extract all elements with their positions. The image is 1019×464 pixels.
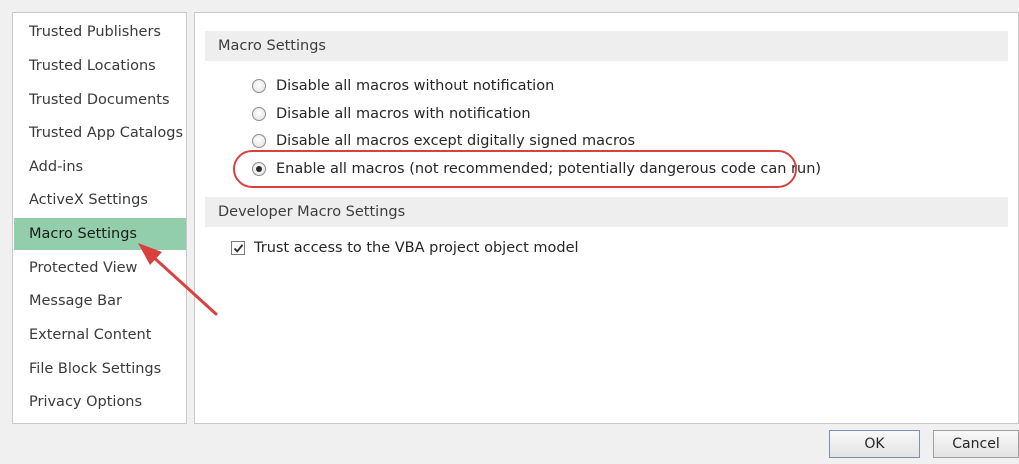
sidebar-item-activex-settings[interactable]: ActiveX Settings xyxy=(14,184,186,216)
sidebar-item-macro-settings[interactable]: Macro Settings xyxy=(14,218,186,250)
sidebar-item-message-bar[interactable]: Message Bar xyxy=(14,285,186,317)
radio-button[interactable] xyxy=(252,134,266,148)
macro-settings-header: Macro Settings xyxy=(205,31,1008,61)
radio-button-selected[interactable] xyxy=(252,162,266,176)
sidebar-item-trusted-documents[interactable]: Trusted Documents xyxy=(14,84,186,116)
sidebar: Trusted Publishers Trusted Locations Tru… xyxy=(12,12,187,424)
radio-button[interactable] xyxy=(252,79,266,93)
trust-center-dialog: Trusted Publishers Trusted Locations Tru… xyxy=(0,0,1019,464)
option-label: Enable all macros (not recommended; pote… xyxy=(276,161,822,177)
ok-button[interactable]: OK xyxy=(829,430,920,458)
sidebar-item-file-block-settings[interactable]: File Block Settings xyxy=(14,353,186,385)
trust-vba-checkbox[interactable] xyxy=(231,241,245,255)
sidebar-item-privacy-options[interactable]: Privacy Options xyxy=(14,386,186,418)
radio-dot xyxy=(256,166,262,172)
sidebar-item-external-content[interactable]: External Content xyxy=(14,319,186,351)
sidebar-item-protected-view[interactable]: Protected View xyxy=(14,252,186,284)
sidebar-item-trusted-locations[interactable]: Trusted Locations xyxy=(14,50,186,82)
option-label: Disable all macros without notification xyxy=(276,78,555,94)
checkmark-icon xyxy=(233,244,244,253)
option-label: Disable all macros except digitally sign… xyxy=(276,133,636,149)
sidebar-item-trusted-app-catalogs[interactable]: Trusted App Catalogs xyxy=(14,117,186,149)
radio-button[interactable] xyxy=(252,107,266,121)
developer-macro-settings-header: Developer Macro Settings xyxy=(205,197,1008,227)
cancel-button[interactable]: Cancel xyxy=(933,430,1019,458)
option-label: Disable all macros with notification xyxy=(276,106,531,122)
sidebar-item-add-ins[interactable]: Add-ins xyxy=(14,151,186,183)
trust-vba-label: Trust access to the VBA project object m… xyxy=(254,240,579,256)
sidebar-item-trusted-publishers[interactable]: Trusted Publishers xyxy=(14,16,186,48)
main-panel: Macro Settings Disable all macros withou… xyxy=(194,12,1019,424)
